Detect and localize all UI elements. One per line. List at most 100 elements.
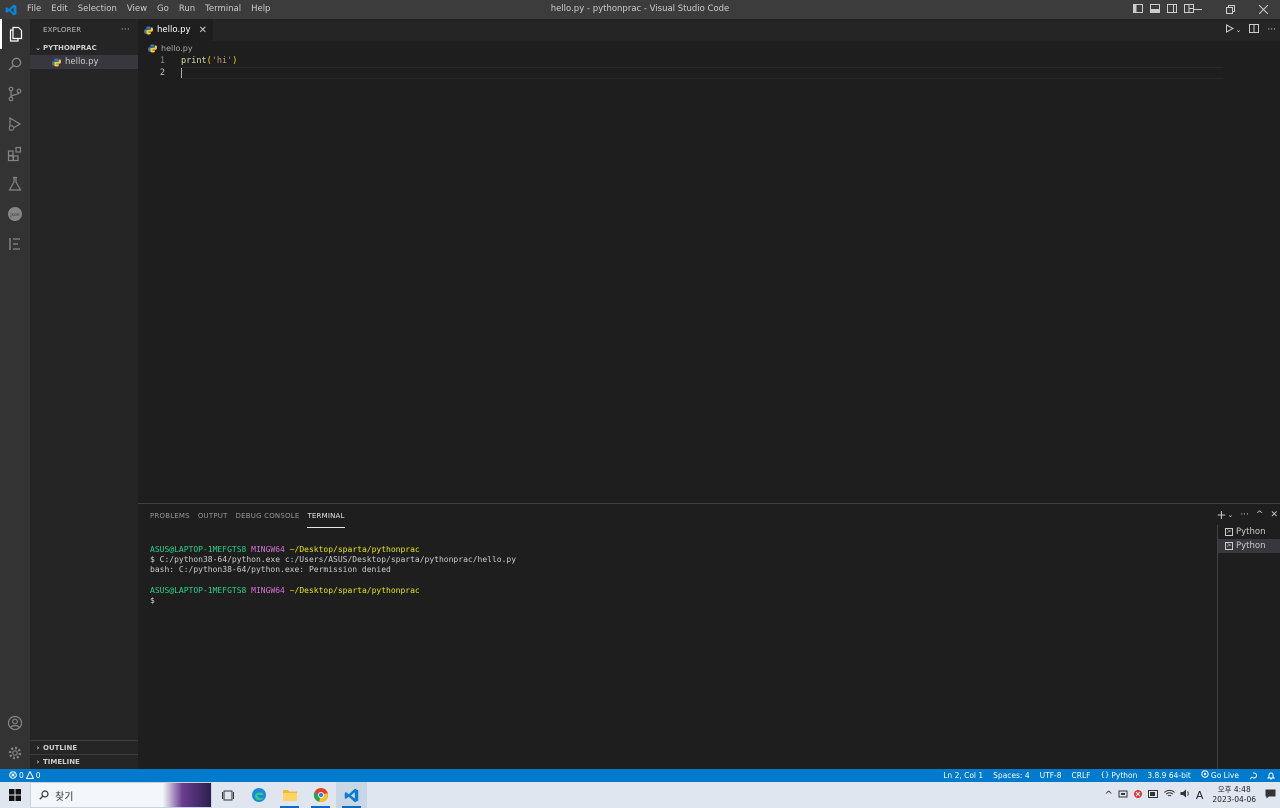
tab-debug-console[interactable]: DEBUG CONSOLE [236, 504, 300, 528]
tab-terminal[interactable]: TERMINAL [307, 504, 345, 528]
terminal-icon: > [1225, 542, 1233, 550]
braces-icon: {} [1100, 771, 1110, 779]
run-debug-icon[interactable] [0, 109, 30, 139]
code-editor[interactable]: 1 print('hi') 2 [138, 55, 1280, 485]
timeline-section[interactable]: › TIMELINE [30, 754, 138, 768]
input-method-indicator[interactable]: A [1196, 789, 1204, 802]
workspace-folder[interactable]: ⌄ PYTHONPRAC [30, 41, 138, 55]
cursor-position[interactable]: Ln 2, Col 1 [938, 769, 988, 782]
tray-app-icon[interactable] [1118, 789, 1128, 802]
terminal-instance-label: Python [1236, 541, 1266, 551]
testing-icon[interactable] [0, 169, 30, 199]
split-editor-icon[interactable] [1249, 24, 1260, 36]
more-actions-icon[interactable]: ··· [1267, 25, 1276, 35]
breadcrumb-file[interactable]: hello.py [161, 44, 193, 53]
python-file-icon [148, 44, 157, 53]
settings-gear-icon[interactable] [0, 738, 30, 768]
restore-button[interactable] [1214, 0, 1247, 19]
terminal-prompt-symbol: $ [150, 596, 155, 606]
current-line-highlight [180, 67, 1223, 79]
encoding[interactable]: UTF-8 [1035, 769, 1067, 782]
file-item-hello-py[interactable]: hello.py [30, 55, 138, 69]
feedback-icon[interactable] [1244, 772, 1262, 780]
toggle-secondary-sidebar-icon[interactable] [1167, 3, 1177, 16]
error-icon [9, 770, 17, 781]
notification-center-icon[interactable] [1265, 789, 1276, 802]
new-terminal-plus-icon[interactable]: + [1216, 508, 1226, 522]
code-token-string: 'hi' [211, 56, 233, 66]
windows-start-button[interactable] [0, 782, 30, 808]
toggle-panel-icon[interactable] [1150, 3, 1160, 16]
vscode-taskbar-icon[interactable] [336, 782, 367, 808]
warning-count: 0 [35, 771, 41, 780]
menu-terminal[interactable]: Terminal [200, 0, 246, 19]
maximize-panel-icon[interactable]: ^ [1256, 510, 1264, 520]
indentation[interactable]: Spaces: 4 [988, 769, 1034, 782]
python-interpreter[interactable]: 3.8.9 64-bit [1142, 769, 1196, 782]
activity-bar: json [0, 19, 30, 769]
toggle-primary-sidebar-icon[interactable] [1133, 3, 1143, 16]
python-file-icon [52, 58, 61, 67]
wifi-icon[interactable] [1164, 789, 1175, 801]
menu-run[interactable]: Run [174, 0, 200, 19]
close-tab-icon[interactable]: ✕ [199, 25, 207, 36]
run-dropdown-chevron-icon[interactable]: ⌄ [1236, 26, 1242, 34]
volume-icon[interactable] [1180, 789, 1191, 801]
menu-edit[interactable]: Edit [46, 0, 72, 19]
menu-file[interactable]: File [22, 0, 46, 19]
close-button[interactable] [1247, 0, 1280, 19]
terminal-instance-selected[interactable]: > Python [1218, 539, 1280, 553]
title-bar: File Edit Selection View Go Run Terminal… [0, 0, 1280, 19]
timeline-section-label: TIMELINE [43, 757, 80, 766]
line-number: 1 [159, 56, 165, 66]
menu-selection[interactable]: Selection [73, 0, 122, 19]
tab-problems[interactable]: PROBLEMS [150, 504, 190, 528]
chevron-down-icon: ⌄ [35, 44, 41, 52]
code-line: 1 print('hi') [138, 55, 1280, 67]
terminal-output[interactable]: ASUS@LAPTOP-1MEFGTS8 MINGW64 ~/Desktop/s… [150, 545, 516, 606]
terminal-instance-label: Python [1236, 527, 1266, 537]
terminal-prompt-path: ~/Desktop/sparta/pythonprac [289, 545, 420, 554]
terminal-instance[interactable]: > Python [1218, 525, 1280, 539]
windows-logo-icon [9, 789, 21, 801]
run-python-file-icon[interactable] [1225, 24, 1234, 36]
menu-help[interactable]: Help [246, 0, 275, 19]
minimize-button[interactable] [1181, 0, 1214, 19]
go-live-button[interactable]: Go Live [1196, 769, 1244, 782]
edge-browser-icon[interactable] [243, 782, 274, 808]
file-explorer-icon[interactable] [274, 782, 305, 808]
json-extension-icon[interactable]: json [0, 199, 30, 229]
language-mode[interactable]: {} Python [1095, 769, 1142, 782]
problems-status[interactable]: 0 0 [0, 769, 41, 781]
explorer-icon[interactable] [0, 19, 30, 49]
extensions-icon[interactable] [0, 139, 30, 169]
tab-output[interactable]: OUTPUT [198, 504, 228, 528]
close-panel-icon[interactable]: ✕ [1270, 510, 1278, 520]
search-icon[interactable] [0, 49, 30, 79]
editor-tab-hello-py[interactable]: hello.py ✕ [138, 19, 213, 41]
accounts-icon[interactable] [0, 708, 30, 738]
language-mode-label: Python [1111, 771, 1138, 780]
system-tray: ^ A 오후 4:48 2023-04-06 [1104, 782, 1280, 808]
system-clock[interactable]: 오후 4:48 2023-04-06 [1208, 785, 1260, 805]
battery-icon[interactable] [1147, 789, 1159, 801]
more-actions-icon[interactable]: ··· [1240, 510, 1249, 520]
terminal-dropdown-chevron-icon[interactable]: ⌄ [1227, 511, 1233, 519]
show-hidden-icons-chevron-icon[interactable]: ^ [1104, 790, 1112, 801]
notifications-bell-icon[interactable] [1262, 772, 1280, 780]
menu-view[interactable]: View [122, 0, 152, 19]
terminal-icon: > [1225, 528, 1233, 536]
outline-section[interactable]: › OUTLINE [30, 740, 138, 754]
taskbar-search-box[interactable]: 찾기 [30, 782, 212, 808]
menu-go[interactable]: Go [152, 0, 174, 19]
terminal-error: bash: C:/python38-64/python.exe: Permiss… [150, 565, 391, 575]
outline-view-icon[interactable] [0, 229, 30, 259]
explorer-header: EXPLORER ··· [30, 19, 138, 41]
tray-security-icon[interactable] [1133, 789, 1143, 802]
chrome-browser-icon[interactable] [305, 782, 336, 808]
task-view-icon[interactable] [212, 782, 243, 808]
source-control-icon[interactable] [0, 79, 30, 109]
editor-tabs: hello.py ✕ ⌄ ··· [138, 19, 1280, 41]
line-ending[interactable]: CRLF [1067, 769, 1096, 782]
explorer-more-actions-button[interactable]: ··· [121, 25, 130, 35]
